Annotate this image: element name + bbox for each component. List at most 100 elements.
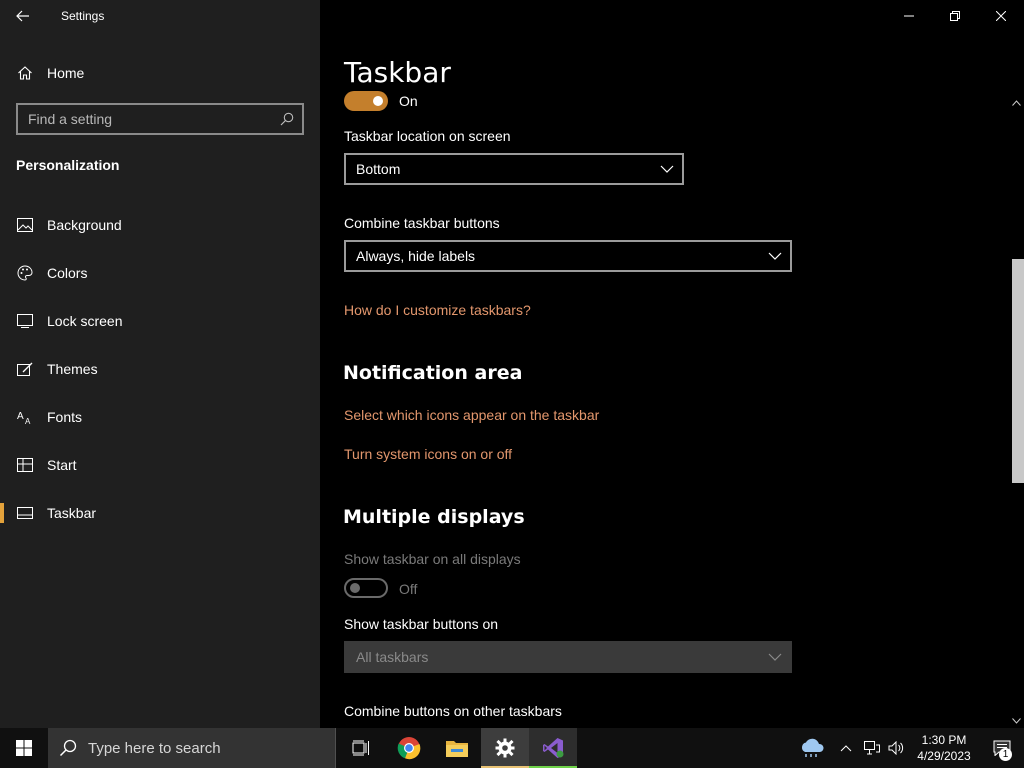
clock-time: 1:30 PM — [921, 733, 967, 747]
back-arrow-icon — [16, 10, 29, 22]
settings-app-button[interactable] — [481, 728, 529, 768]
scroll-thumb[interactable] — [1012, 259, 1024, 483]
toggle-knob — [373, 96, 383, 106]
sidebar-item-label: Taskbar — [47, 505, 97, 521]
chevron-up-icon — [840, 744, 852, 751]
back-button[interactable] — [0, 0, 46, 32]
sidebar-item-label: Start — [47, 457, 77, 473]
sidebar-item-label: Colors — [47, 265, 88, 281]
chrome-icon — [397, 737, 421, 760]
main-content: Taskbar On Taskbar location on screen Bo… — [320, 0, 1024, 728]
multiple-displays-heading: Multiple displays — [343, 506, 525, 528]
sidebar-item-label: Background — [47, 217, 122, 233]
search-icon — [48, 728, 88, 768]
search-icon[interactable] — [272, 105, 302, 133]
sidebar-item-label: Themes — [47, 361, 98, 377]
file-explorer-app-button[interactable] — [433, 728, 481, 768]
app-title: Settings — [61, 9, 105, 23]
sidebar: Settings Home Personalization Background… — [0, 0, 320, 728]
start-button[interactable] — [0, 728, 48, 768]
task-view-icon — [352, 740, 369, 756]
sidebar-item-themes[interactable]: Themes — [0, 349, 320, 389]
network-button[interactable] — [860, 728, 884, 768]
scroll-up-button[interactable] — [1008, 96, 1024, 110]
sidebar-item-background[interactable]: Background — [0, 205, 320, 245]
weather-cloud-icon — [801, 738, 824, 757]
chrome-app-button[interactable] — [385, 728, 433, 768]
chevron-up-icon — [1011, 100, 1021, 106]
visual-studio-app-button[interactable] — [529, 728, 577, 768]
combine-dropdown[interactable]: Always, hide labels — [344, 240, 792, 272]
lock-screen-icon — [17, 313, 33, 329]
notification-area-heading: Notification area — [343, 362, 523, 384]
dropdown-value: Always, hide labels — [356, 248, 476, 264]
show-all-displays-toggle[interactable] — [344, 578, 388, 598]
scrollbar[interactable] — [1008, 96, 1024, 728]
palette-icon — [17, 265, 33, 281]
find-setting-search-box[interactable] — [16, 103, 304, 135]
svg-text:A: A — [25, 417, 31, 425]
scroll-down-button[interactable] — [1008, 714, 1024, 728]
clock[interactable]: 1:30 PM 4/29/2023 — [908, 732, 980, 764]
windows-logo-icon — [16, 740, 32, 756]
sidebar-item-taskbar[interactable]: Taskbar — [0, 493, 320, 533]
font-icon: AA — [17, 409, 33, 425]
system-icons-link[interactable]: Turn system icons on or off — [344, 446, 512, 462]
home-nav-item[interactable]: Home — [0, 53, 320, 93]
minimize-button[interactable] — [886, 0, 932, 32]
window-controls — [886, 0, 1024, 32]
chevron-down-icon — [1011, 718, 1021, 724]
find-setting-input[interactable] — [18, 111, 272, 127]
location-label: Taskbar location on screen — [344, 128, 511, 144]
dropdown-value: All taskbars — [356, 649, 429, 665]
show-hidden-icons-button[interactable] — [832, 728, 860, 768]
start-icon — [17, 457, 33, 473]
weather-button[interactable] — [792, 728, 832, 768]
taskbar-search-box[interactable]: Type here to search — [48, 728, 336, 768]
restore-icon — [950, 11, 960, 21]
system-tray: 1:30 PM 4/29/2023 1 — [792, 728, 1024, 768]
titlebar: Settings — [0, 0, 320, 32]
file-explorer-icon — [446, 741, 468, 757]
task-view-button[interactable] — [337, 728, 385, 768]
taskbar-toggle-on[interactable] — [344, 91, 388, 111]
customize-taskbars-link[interactable]: How do I customize taskbars? — [344, 302, 531, 318]
windows-taskbar: Type here to search 1:30 PM 4/29/2023 1 — [0, 728, 1024, 768]
location-dropdown[interactable]: Bottom — [344, 153, 684, 185]
image-icon — [17, 217, 33, 233]
sidebar-item-colors[interactable]: Colors — [0, 253, 320, 293]
sidebar-item-label: Fonts — [47, 409, 83, 425]
sidebar-item-fonts[interactable]: AA Fonts — [0, 397, 320, 437]
clock-date: 4/29/2023 — [917, 749, 971, 763]
show-buttons-on-label: Show taskbar buttons on — [344, 616, 499, 632]
select-icons-link[interactable]: Select which icons appear on the taskbar — [344, 407, 599, 423]
toggle-state-label: On — [399, 93, 418, 109]
volume-icon — [888, 741, 904, 755]
close-button[interactable] — [978, 0, 1024, 32]
chevron-down-icon — [660, 165, 674, 173]
sidebar-item-start[interactable]: Start — [0, 445, 320, 485]
svg-text:A: A — [17, 411, 24, 422]
combine-other-label: Combine buttons on other taskbars — [344, 703, 562, 719]
visual-studio-icon — [543, 738, 564, 758]
settings-icon — [495, 738, 515, 758]
notification-count-badge: 1 — [999, 748, 1012, 761]
section-heading: Personalization — [16, 157, 120, 173]
combine-label: Combine taskbar buttons — [344, 215, 500, 231]
active-indicator — [0, 503, 4, 523]
action-center-button[interactable]: 1 — [980, 728, 1024, 768]
toggle-knob — [350, 583, 360, 593]
brush-icon — [17, 361, 33, 377]
sidebar-item-label: Lock screen — [47, 313, 123, 329]
chevron-down-icon — [768, 653, 782, 661]
taskbar-icon — [17, 505, 33, 521]
restore-button[interactable] — [932, 0, 978, 32]
show-all-displays-label: Show taskbar on all displays — [344, 551, 521, 567]
volume-button[interactable] — [884, 728, 908, 768]
show-buttons-on-dropdown[interactable]: All taskbars — [344, 641, 792, 673]
chevron-down-icon — [768, 252, 782, 260]
home-icon — [17, 65, 33, 81]
taskbar-search-placeholder: Type here to search — [88, 739, 221, 757]
close-icon — [996, 11, 1006, 21]
sidebar-item-lock-screen[interactable]: Lock screen — [0, 301, 320, 341]
